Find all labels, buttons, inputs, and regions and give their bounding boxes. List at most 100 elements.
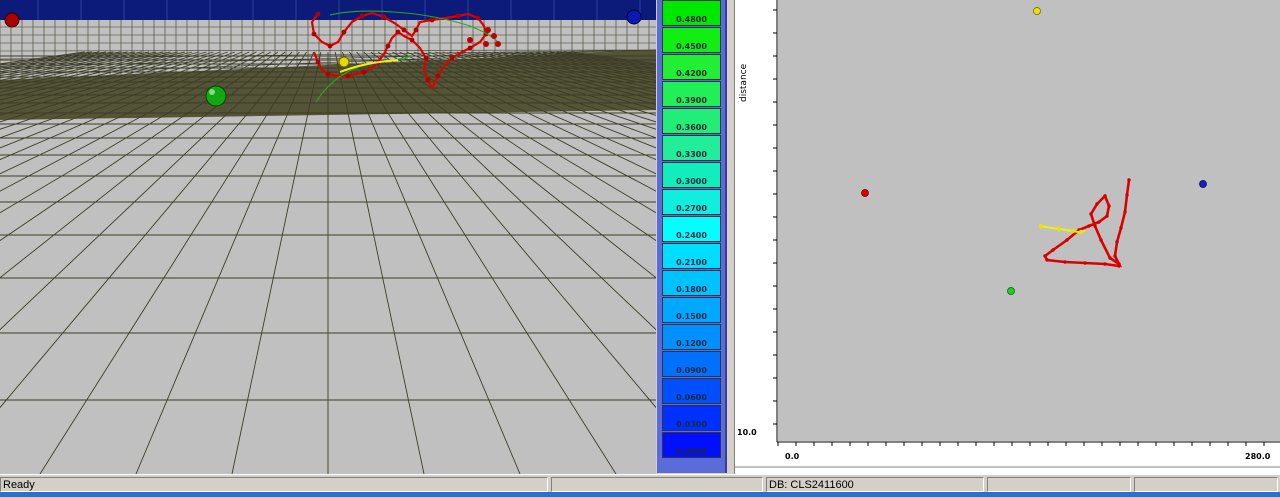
scale-label: 0.3600 xyxy=(676,123,707,132)
track-dot xyxy=(1070,228,1076,234)
floor-grid-line xyxy=(549,51,656,69)
scale-label: 0.1800 xyxy=(676,285,707,294)
floor-grid-line xyxy=(463,51,656,101)
scale-cell: 0.1200 xyxy=(662,324,721,350)
scale-cell: 0.1500 xyxy=(662,297,721,323)
2d-plot-svg: distance 10.0 0.0 280.0 xyxy=(735,0,1280,468)
status-ready: Ready xyxy=(0,477,548,492)
track-dot xyxy=(1038,223,1044,229)
track-dot xyxy=(341,29,347,35)
track-dot xyxy=(435,73,441,79)
track-dot xyxy=(467,37,473,43)
track-dot xyxy=(1115,240,1119,244)
track-dot xyxy=(1087,224,1091,228)
floor-grid-line xyxy=(370,51,656,279)
track-dot xyxy=(1056,226,1062,232)
scale-cell: 0.1800 xyxy=(662,270,721,296)
track-dot xyxy=(1125,193,1129,197)
2d-distance-plot[interactable]: distance 10.0 0.0 280.0 xyxy=(734,0,1280,474)
scale-label: 0.1500 xyxy=(676,312,707,321)
track-dot xyxy=(1051,248,1055,252)
floor-grid-line xyxy=(506,51,656,81)
scale-label: 0.4800 xyxy=(676,15,707,24)
scale-cell: 0.2100 xyxy=(662,243,721,269)
track-dot xyxy=(1063,260,1067,264)
3d-arena-view[interactable] xyxy=(0,0,656,474)
floor-grid-line xyxy=(471,51,656,97)
track-dot xyxy=(1095,202,1099,206)
track-dot xyxy=(475,15,481,21)
scale-cell: 0.3600 xyxy=(662,108,721,134)
x-axis-ticks xyxy=(777,442,1265,446)
splitter[interactable] xyxy=(727,0,734,474)
yellow-ball xyxy=(338,56,350,68)
track-dot xyxy=(1123,210,1127,214)
floor-grid-line xyxy=(499,51,656,84)
floor-grid-line xyxy=(456,51,656,106)
floor-grid-line xyxy=(442,51,656,116)
scale-cell: 0.0600 xyxy=(662,378,721,404)
track-dot xyxy=(1107,204,1111,208)
scale-label: 0.3300 xyxy=(676,150,707,159)
y-tick-label: 10.0 xyxy=(737,428,757,437)
floor-grid-line xyxy=(334,51,425,474)
track-dot xyxy=(1108,256,1112,260)
track-dot xyxy=(1093,224,1097,228)
floor-grid-line xyxy=(420,51,656,139)
track-dot xyxy=(361,69,367,75)
color-scale-legend: 0.4800 0.4500 0.4200 0.3900 0.3600 0.3300 0.30… xyxy=(657,0,727,473)
track-dot xyxy=(315,59,321,65)
floor-grid-line xyxy=(485,51,656,90)
scale-cell: 0.4800 xyxy=(662,0,721,26)
track-dot xyxy=(359,13,365,19)
floor-grid-line xyxy=(349,51,617,474)
track-dot xyxy=(1119,226,1123,230)
scale-cell: 0.0300 xyxy=(662,405,721,431)
floor-grid-line xyxy=(392,51,656,192)
scale-label: 0.2400 xyxy=(676,231,707,240)
taskbar-edge xyxy=(0,492,1280,497)
track-dot xyxy=(1097,220,1101,224)
green-ball xyxy=(205,85,227,107)
track-dot xyxy=(1113,254,1117,258)
x-min-label: 0.0 xyxy=(785,452,800,461)
y-axis-label: distance xyxy=(739,63,749,102)
red-marker xyxy=(861,189,869,197)
track-dot xyxy=(1117,264,1121,268)
yellow-marker xyxy=(1033,7,1041,15)
track-dot xyxy=(315,11,321,17)
track-dot xyxy=(1065,238,1069,242)
scale-cell: 0.0900 xyxy=(662,351,721,377)
scale-cell: 0.0000 xyxy=(662,432,721,458)
track-dot xyxy=(345,73,351,79)
track-dot xyxy=(401,27,407,33)
green-marker xyxy=(1007,287,1015,295)
floor-grid-line xyxy=(478,51,656,93)
track-dot xyxy=(381,14,387,20)
scale-label: 0.0000 xyxy=(676,447,707,456)
red-corner-marker xyxy=(4,12,20,28)
scale-cell: 0.3900 xyxy=(662,81,721,107)
track-dot xyxy=(425,77,431,83)
floor-grid-line xyxy=(428,51,656,130)
status-panel-5 xyxy=(1134,477,1278,492)
floor-grid-line xyxy=(556,51,656,68)
floor-grid-line xyxy=(363,51,656,331)
floor-grid-line xyxy=(406,51,656,161)
track-dot xyxy=(423,55,429,61)
track-dot xyxy=(491,33,497,39)
y-axis-ticks xyxy=(773,9,777,425)
scale-cell: 0.4500 xyxy=(662,27,721,53)
blue-corner-marker xyxy=(626,9,642,25)
status-panel-2 xyxy=(551,477,763,492)
track-dot xyxy=(1103,194,1107,198)
track-dot xyxy=(1083,261,1087,265)
track-dot xyxy=(1089,212,1093,216)
green-ball-highlight xyxy=(209,89,215,95)
floor-grid-line xyxy=(542,51,656,71)
track-dot xyxy=(455,13,461,19)
track-dot xyxy=(311,31,317,37)
scale-label: 0.3900 xyxy=(676,96,707,105)
floor-grid-line xyxy=(435,51,656,123)
floor-grid-line xyxy=(356,51,656,409)
